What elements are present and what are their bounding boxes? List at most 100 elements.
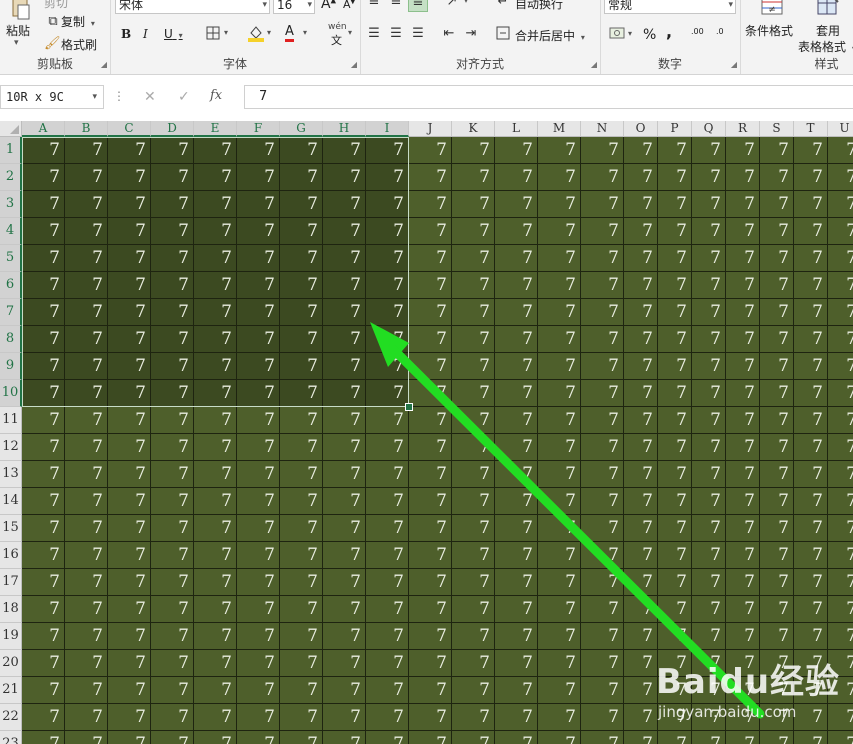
cell-s22[interactable]: 7 <box>760 704 794 731</box>
cell-n16[interactable]: 7 <box>581 542 624 569</box>
cell-m7[interactable]: 7 <box>538 299 581 326</box>
cell-a5[interactable]: 7 <box>22 245 65 272</box>
increase-indent-icon[interactable]: ⇥ <box>462 26 480 41</box>
cell-k20[interactable]: 7 <box>452 650 495 677</box>
cell-o4[interactable]: 7 <box>624 218 658 245</box>
orientation-icon[interactable]: ↗ <box>442 0 462 9</box>
cell-c10[interactable]: 7 <box>108 380 151 407</box>
cell-h9[interactable]: 7 <box>323 353 366 380</box>
cell-d17[interactable]: 7 <box>151 569 194 596</box>
cell-h17[interactable]: 7 <box>323 569 366 596</box>
cell-p15[interactable]: 7 <box>658 515 692 542</box>
cell-t13[interactable]: 7 <box>794 461 828 488</box>
cell-k22[interactable]: 7 <box>452 704 495 731</box>
cell-q22[interactable]: 7 <box>692 704 726 731</box>
cell-n7[interactable]: 7 <box>581 299 624 326</box>
cell-u11[interactable]: 7 <box>828 407 853 434</box>
cell-j8[interactable]: 7 <box>409 326 452 353</box>
cell-o2[interactable]: 7 <box>624 164 658 191</box>
cell-u6[interactable]: 7 <box>828 272 853 299</box>
cell-r17[interactable]: 7 <box>726 569 760 596</box>
cell-d18[interactable]: 7 <box>151 596 194 623</box>
row-header-17[interactable]: 17 <box>0 569 22 596</box>
cell-p14[interactable]: 7 <box>658 488 692 515</box>
cell-h8[interactable]: 7 <box>323 326 366 353</box>
cell-r1[interactable]: 7 <box>726 137 760 164</box>
cell-s15[interactable]: 7 <box>760 515 794 542</box>
cell-r18[interactable]: 7 <box>726 596 760 623</box>
cell-b15[interactable]: 7 <box>65 515 108 542</box>
cell-e7[interactable]: 7 <box>194 299 237 326</box>
cell-g2[interactable]: 7 <box>280 164 323 191</box>
cell-o3[interactable]: 7 <box>624 191 658 218</box>
cell-u14[interactable]: 7 <box>828 488 853 515</box>
cell-t10[interactable]: 7 <box>794 380 828 407</box>
cell-b8[interactable]: 7 <box>65 326 108 353</box>
cell-c23[interactable]: 7 <box>108 731 151 744</box>
orientation-dropdown-icon[interactable]: ▾ <box>464 0 468 5</box>
cell-c22[interactable]: 7 <box>108 704 151 731</box>
cell-k14[interactable]: 7 <box>452 488 495 515</box>
grow-font-button[interactable]: A▲ <box>321 0 336 12</box>
cell-i8[interactable]: 7 <box>366 326 409 353</box>
cell-b16[interactable]: 7 <box>65 542 108 569</box>
fill-color-dropdown-icon[interactable]: ▾ <box>267 28 271 37</box>
cell-b9[interactable]: 7 <box>65 353 108 380</box>
align-left-icon[interactable]: ☰ <box>366 26 382 41</box>
cell-m6[interactable]: 7 <box>538 272 581 299</box>
cell-k5[interactable]: 7 <box>452 245 495 272</box>
alignment-launcher-icon[interactable]: ◢ <box>591 60 597 69</box>
cell-l13[interactable]: 7 <box>495 461 538 488</box>
cell-u22[interactable]: 7 <box>828 704 853 731</box>
cell-d5[interactable]: 7 <box>151 245 194 272</box>
cell-e12[interactable]: 7 <box>194 434 237 461</box>
cell-e18[interactable]: 7 <box>194 596 237 623</box>
cell-m9[interactable]: 7 <box>538 353 581 380</box>
cancel-icon[interactable]: ✕ <box>144 89 156 105</box>
cell-c9[interactable]: 7 <box>108 353 151 380</box>
cell-l9[interactable]: 7 <box>495 353 538 380</box>
cell-d8[interactable]: 7 <box>151 326 194 353</box>
phonetic-dropdown-icon[interactable]: ▾ <box>348 28 352 37</box>
cell-h7[interactable]: 7 <box>323 299 366 326</box>
cell-q19[interactable]: 7 <box>692 623 726 650</box>
cell-r13[interactable]: 7 <box>726 461 760 488</box>
cell-c21[interactable]: 7 <box>108 677 151 704</box>
cell-h16[interactable]: 7 <box>323 542 366 569</box>
cell-a9[interactable]: 7 <box>22 353 65 380</box>
cell-g17[interactable]: 7 <box>280 569 323 596</box>
cell-t5[interactable]: 7 <box>794 245 828 272</box>
cell-b10[interactable]: 7 <box>65 380 108 407</box>
cell-s19[interactable]: 7 <box>760 623 794 650</box>
row-header-7[interactable]: 7 <box>0 299 22 326</box>
cell-a7[interactable]: 7 <box>22 299 65 326</box>
cell-l21[interactable]: 7 <box>495 677 538 704</box>
cell-m19[interactable]: 7 <box>538 623 581 650</box>
cell-k4[interactable]: 7 <box>452 218 495 245</box>
cell-t19[interactable]: 7 <box>794 623 828 650</box>
cell-f11[interactable]: 7 <box>237 407 280 434</box>
format-painter-button[interactable]: 格式刷 <box>61 36 97 53</box>
cell-g1[interactable]: 7 <box>280 137 323 164</box>
cell-t15[interactable]: 7 <box>794 515 828 542</box>
cell-u23[interactable]: 7 <box>828 731 853 744</box>
cell-d9[interactable]: 7 <box>151 353 194 380</box>
cell-f15[interactable]: 7 <box>237 515 280 542</box>
cell-n18[interactable]: 7 <box>581 596 624 623</box>
cell-t21[interactable]: 7 <box>794 677 828 704</box>
cell-t18[interactable]: 7 <box>794 596 828 623</box>
cell-u21[interactable]: 7 <box>828 677 853 704</box>
cell-u2[interactable]: 7 <box>828 164 853 191</box>
cell-k3[interactable]: 7 <box>452 191 495 218</box>
cell-f13[interactable]: 7 <box>237 461 280 488</box>
cell-m11[interactable]: 7 <box>538 407 581 434</box>
cell-e16[interactable]: 7 <box>194 542 237 569</box>
cell-u10[interactable]: 7 <box>828 380 853 407</box>
cell-m18[interactable]: 7 <box>538 596 581 623</box>
cell-k6[interactable]: 7 <box>452 272 495 299</box>
cell-j2[interactable]: 7 <box>409 164 452 191</box>
cell-i5[interactable]: 7 <box>366 245 409 272</box>
cell-c20[interactable]: 7 <box>108 650 151 677</box>
cell-p4[interactable]: 7 <box>658 218 692 245</box>
cell-o5[interactable]: 7 <box>624 245 658 272</box>
